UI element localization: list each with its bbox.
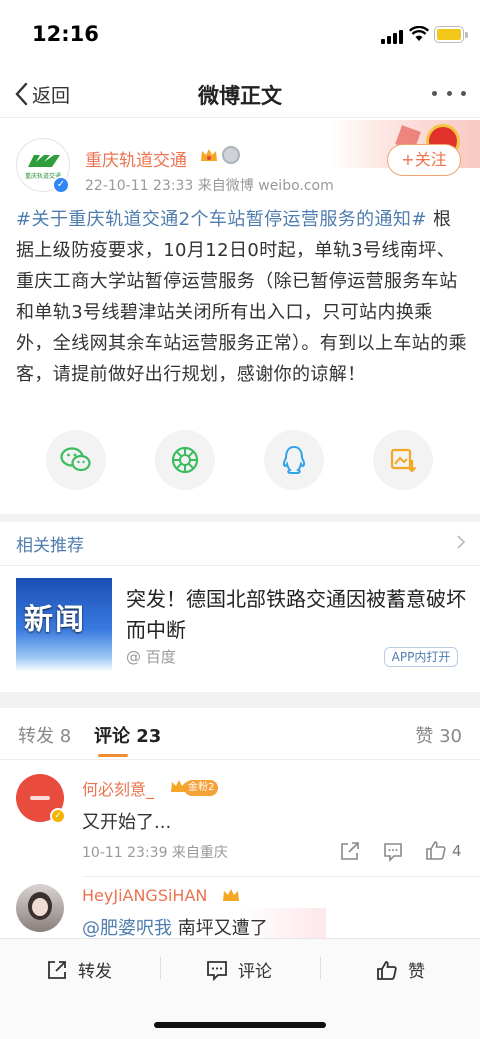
- metro-logo-icon: [28, 155, 60, 167]
- status-time: 12:16: [32, 22, 99, 46]
- section-divider: [0, 514, 480, 522]
- like-icon: [377, 960, 397, 980]
- share-moments-button[interactable]: [155, 430, 215, 490]
- repost-label: 转发: [78, 962, 112, 982]
- post-body: 根据上级防疫要求，10月12日0时起，单轨3号线南坪、重庆工商大学站暂停运营服务…: [16, 209, 467, 385]
- repost-icon: [48, 960, 66, 979]
- tab-reposts[interactable]: 转发 8: [18, 722, 71, 748]
- news-thumbnail-text: 新闻: [24, 602, 87, 636]
- related-header[interactable]: 相关推荐: [16, 531, 84, 556]
- post-meta: 22-10-11 23:33 来自微博 weibo.com: [85, 178, 334, 194]
- author-name[interactable]: 重庆轨道交通: [85, 146, 187, 171]
- share-wechat-button[interactable]: [46, 430, 106, 490]
- qq-icon: [282, 445, 306, 474]
- fan-badge: 金粉2: [184, 780, 219, 796]
- section-divider: [0, 692, 480, 708]
- comment-icon: [207, 960, 227, 981]
- comment-meta: 10-11 23:39 来自重庆: [82, 845, 228, 861]
- status-bar: 12:16: [0, 0, 480, 70]
- post-text: #关于重庆轨道交通2个车站暂停运营服务的通知# 根据上级防疫要求，10月12日0…: [16, 204, 468, 390]
- related-section: 相关推荐 新闻 突发！德国北部铁路交通因被蓄意破坏而中断 @ 百度 APP内打开: [0, 522, 480, 692]
- more-options-button[interactable]: [432, 78, 466, 108]
- open-in-app-button[interactable]: APP内打开: [384, 647, 458, 667]
- weibo-post: 重庆轨道交通 ✓ 重庆轨道交通 22-10-11 23:33 来自微博 weib…: [0, 120, 480, 514]
- share-qq-button[interactable]: [264, 430, 324, 490]
- post-hashtag[interactable]: #关于重庆轨道交通2个车站暂停运营服务的通知#: [16, 209, 427, 230]
- verified-badge-icon: ✓: [52, 176, 70, 194]
- tab-likes[interactable]: 赞 30: [415, 722, 462, 748]
- divider: [82, 876, 480, 877]
- share-icon[interactable]: [339, 840, 361, 862]
- divider: [0, 565, 480, 566]
- commenter-avatar[interactable]: [16, 884, 64, 932]
- separator: [320, 957, 321, 979]
- wechat-icon: [60, 447, 91, 472]
- follow-button[interactable]: +关注: [387, 144, 461, 176]
- comment-item: ✓ 何必刻意_ 金粉2 又开始了... 10-11 23:39 来自重庆 4: [0, 762, 480, 876]
- nav-bar: 返回 微博正文: [0, 70, 480, 118]
- comment-text: 又开始了...: [82, 812, 172, 833]
- page-title: 微博正文: [198, 84, 282, 108]
- mention-link[interactable]: @肥婆呎我: [82, 918, 172, 939]
- repost-button[interactable]: 转发: [46, 957, 112, 982]
- vip-crown-icon: [223, 889, 239, 901]
- battery-icon: [434, 26, 468, 43]
- like-button[interactable]: 赞: [376, 957, 425, 982]
- interaction-tabs: 转发 8 评论 23 赞 30: [0, 708, 480, 760]
- comment-label: 评论: [238, 962, 272, 982]
- commenter-name[interactable]: HeyJiANGSiHAN: [82, 886, 207, 905]
- separator: [160, 957, 161, 979]
- home-indicator[interactable]: [154, 1022, 326, 1028]
- cellular-signal-icon: [381, 30, 403, 44]
- comment-icon[interactable]: [382, 840, 404, 862]
- comment-button[interactable]: 评论: [206, 957, 272, 982]
- comment-text: @肥婆呎我 南坪又遭了: [82, 914, 268, 940]
- active-tab-indicator: [98, 754, 128, 757]
- comment-item: HeyJiANGSiHAN @肥婆呎我 南坪又遭了: [0, 878, 480, 940]
- news-title[interactable]: 突发！德国北部铁路交通因被蓄意破坏而中断: [126, 584, 466, 646]
- wifi-icon: [409, 26, 429, 41]
- comment-like-count: 4: [452, 842, 462, 860]
- verified-badge-icon: ✓: [50, 808, 66, 824]
- tab-comments[interactable]: 评论 23: [94, 722, 161, 748]
- news-thumbnail[interactable]: 新闻: [16, 578, 112, 672]
- chevron-right-icon[interactable]: [456, 535, 466, 549]
- save-image-button[interactable]: [373, 430, 433, 490]
- vip-crown-icon: [201, 149, 217, 161]
- commenter-name[interactable]: 何必刻意_: [82, 776, 154, 800]
- like-icon[interactable]: [425, 839, 447, 861]
- like-label: 赞: [408, 962, 425, 982]
- save-image-icon: [390, 448, 417, 473]
- moments-icon: [171, 446, 199, 474]
- medal-icon: [222, 146, 240, 164]
- comment-text-body: 南坪又遭了: [172, 918, 268, 939]
- news-source: @ 百度: [126, 648, 176, 666]
